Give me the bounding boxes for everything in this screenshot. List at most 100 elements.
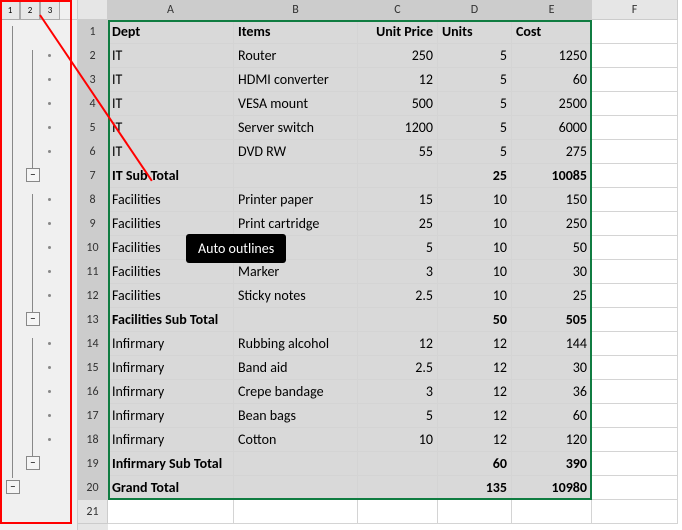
cell[interactable]: 5 xyxy=(438,140,512,164)
col-header-a[interactable]: A xyxy=(108,0,234,20)
cell[interactable]: 250 xyxy=(358,44,438,68)
cell[interactable]: 6000 xyxy=(512,116,592,140)
cell[interactable]: 144 xyxy=(512,332,592,356)
cell[interactable]: Infirmary xyxy=(108,428,234,452)
cell[interactable]: Cotton xyxy=(234,428,358,452)
cell[interactable]: Facilities xyxy=(108,212,234,236)
col-header-b[interactable]: B xyxy=(234,0,358,20)
cell[interactable] xyxy=(358,452,438,476)
cell[interactable]: 5 xyxy=(438,116,512,140)
cell[interactable]: Bean bags xyxy=(234,404,358,428)
cell[interactable]: 3 xyxy=(358,380,438,404)
cell[interactable]: 250 xyxy=(512,212,592,236)
cell[interactable]: 30 xyxy=(512,356,592,380)
row-header[interactable]: 15 xyxy=(78,356,108,380)
row-header[interactable]: 17 xyxy=(78,404,108,428)
cell[interactable] xyxy=(234,500,358,524)
cell[interactable]: Infirmary xyxy=(108,404,234,428)
cell[interactable]: 12 xyxy=(438,356,512,380)
col-header-d[interactable]: D xyxy=(438,0,512,20)
cell[interactable]: Facilities Sub Total xyxy=(108,308,234,332)
row-header[interactable]: 18 xyxy=(78,428,108,452)
cell[interactable] xyxy=(234,164,358,188)
cell[interactable] xyxy=(592,332,678,356)
cell[interactable]: Router xyxy=(234,44,358,68)
cell[interactable]: 25 xyxy=(358,212,438,236)
cell[interactable]: 12 xyxy=(358,68,438,92)
cell[interactable]: 2.5 xyxy=(358,356,438,380)
cell[interactable]: Band aid xyxy=(234,356,358,380)
cell[interactable] xyxy=(108,500,234,524)
cell[interactable] xyxy=(592,212,678,236)
cell[interactable] xyxy=(592,428,678,452)
cell[interactable] xyxy=(592,44,678,68)
cell[interactable] xyxy=(234,476,358,500)
col-header-f[interactable]: F xyxy=(592,0,678,20)
cell[interactable] xyxy=(592,380,678,404)
row-header[interactable]: 11 xyxy=(78,260,108,284)
cell[interactable]: 5 xyxy=(358,404,438,428)
cell[interactable] xyxy=(512,500,592,524)
row-header[interactable]: 1 xyxy=(78,20,108,44)
row-header[interactable]: 13 xyxy=(78,308,108,332)
cell[interactable] xyxy=(592,260,678,284)
collapse-it-button[interactable]: − xyxy=(26,168,40,182)
cell[interactable]: Printer paper xyxy=(234,188,358,212)
cell[interactable]: IT xyxy=(108,116,234,140)
row-header[interactable]: 10 xyxy=(78,236,108,260)
cell[interactable]: Server switch xyxy=(234,116,358,140)
cell[interactable]: 135 xyxy=(438,476,512,500)
cell[interactable]: VESA mount xyxy=(234,92,358,116)
row-header[interactable]: 16 xyxy=(78,380,108,404)
cell[interactable]: 12 xyxy=(358,332,438,356)
cell[interactable]: 3 xyxy=(358,260,438,284)
cell[interactable]: 5 xyxy=(358,236,438,260)
row-header[interactable]: 9 xyxy=(78,212,108,236)
outline-level-2[interactable]: 2 xyxy=(20,0,40,20)
cell[interactable] xyxy=(592,188,678,212)
cell[interactable]: 390 xyxy=(512,452,592,476)
cell[interactable]: 60 xyxy=(512,68,592,92)
row-header[interactable]: 6 xyxy=(78,140,108,164)
cell[interactable]: 10 xyxy=(438,260,512,284)
cell[interactable]: 500 xyxy=(358,92,438,116)
collapse-infirmary-button[interactable]: − xyxy=(26,456,40,470)
cell[interactable]: 10 xyxy=(358,428,438,452)
cell[interactable]: Print cartridge xyxy=(234,212,358,236)
cell[interactable] xyxy=(592,356,678,380)
row-header[interactable]: 21 xyxy=(78,500,108,524)
cell[interactable]: 10 xyxy=(438,236,512,260)
cell[interactable]: Infirmary xyxy=(108,380,234,404)
cell[interactable] xyxy=(592,500,678,524)
cell[interactable]: Sticky notes xyxy=(234,284,358,308)
cell[interactable]: IT Sub Total xyxy=(108,164,234,188)
row-header[interactable]: 2 xyxy=(78,44,108,68)
cell[interactable] xyxy=(234,308,358,332)
cell[interactable] xyxy=(234,452,358,476)
cell[interactable]: Facilities xyxy=(108,284,234,308)
cell[interactable]: Marker xyxy=(234,260,358,284)
cell[interactable] xyxy=(592,92,678,116)
cell[interactable] xyxy=(358,308,438,332)
cell[interactable]: 30 xyxy=(512,260,592,284)
cell[interactable]: 10085 xyxy=(512,164,592,188)
cell[interactable]: 12 xyxy=(438,332,512,356)
col-header-e[interactable]: E xyxy=(512,0,592,20)
cell[interactable]: Facilities xyxy=(108,260,234,284)
cell[interactable]: 2500 xyxy=(512,92,592,116)
cell[interactable]: 275 xyxy=(512,140,592,164)
row-header[interactable]: 12 xyxy=(78,284,108,308)
cell[interactable]: Items xyxy=(234,20,358,44)
cell[interactable]: 10980 xyxy=(512,476,592,500)
cell[interactable]: Cost xyxy=(512,20,592,44)
cell[interactable] xyxy=(592,68,678,92)
cell[interactable]: IT xyxy=(108,92,234,116)
cell[interactable]: 1250 xyxy=(512,44,592,68)
row-header[interactable]: 7 xyxy=(78,164,108,188)
cell[interactable]: IT xyxy=(108,44,234,68)
cell[interactable] xyxy=(592,284,678,308)
cell[interactable] xyxy=(592,308,678,332)
cell[interactable] xyxy=(592,404,678,428)
cell[interactable]: 5 xyxy=(438,92,512,116)
cell[interactable] xyxy=(592,476,678,500)
